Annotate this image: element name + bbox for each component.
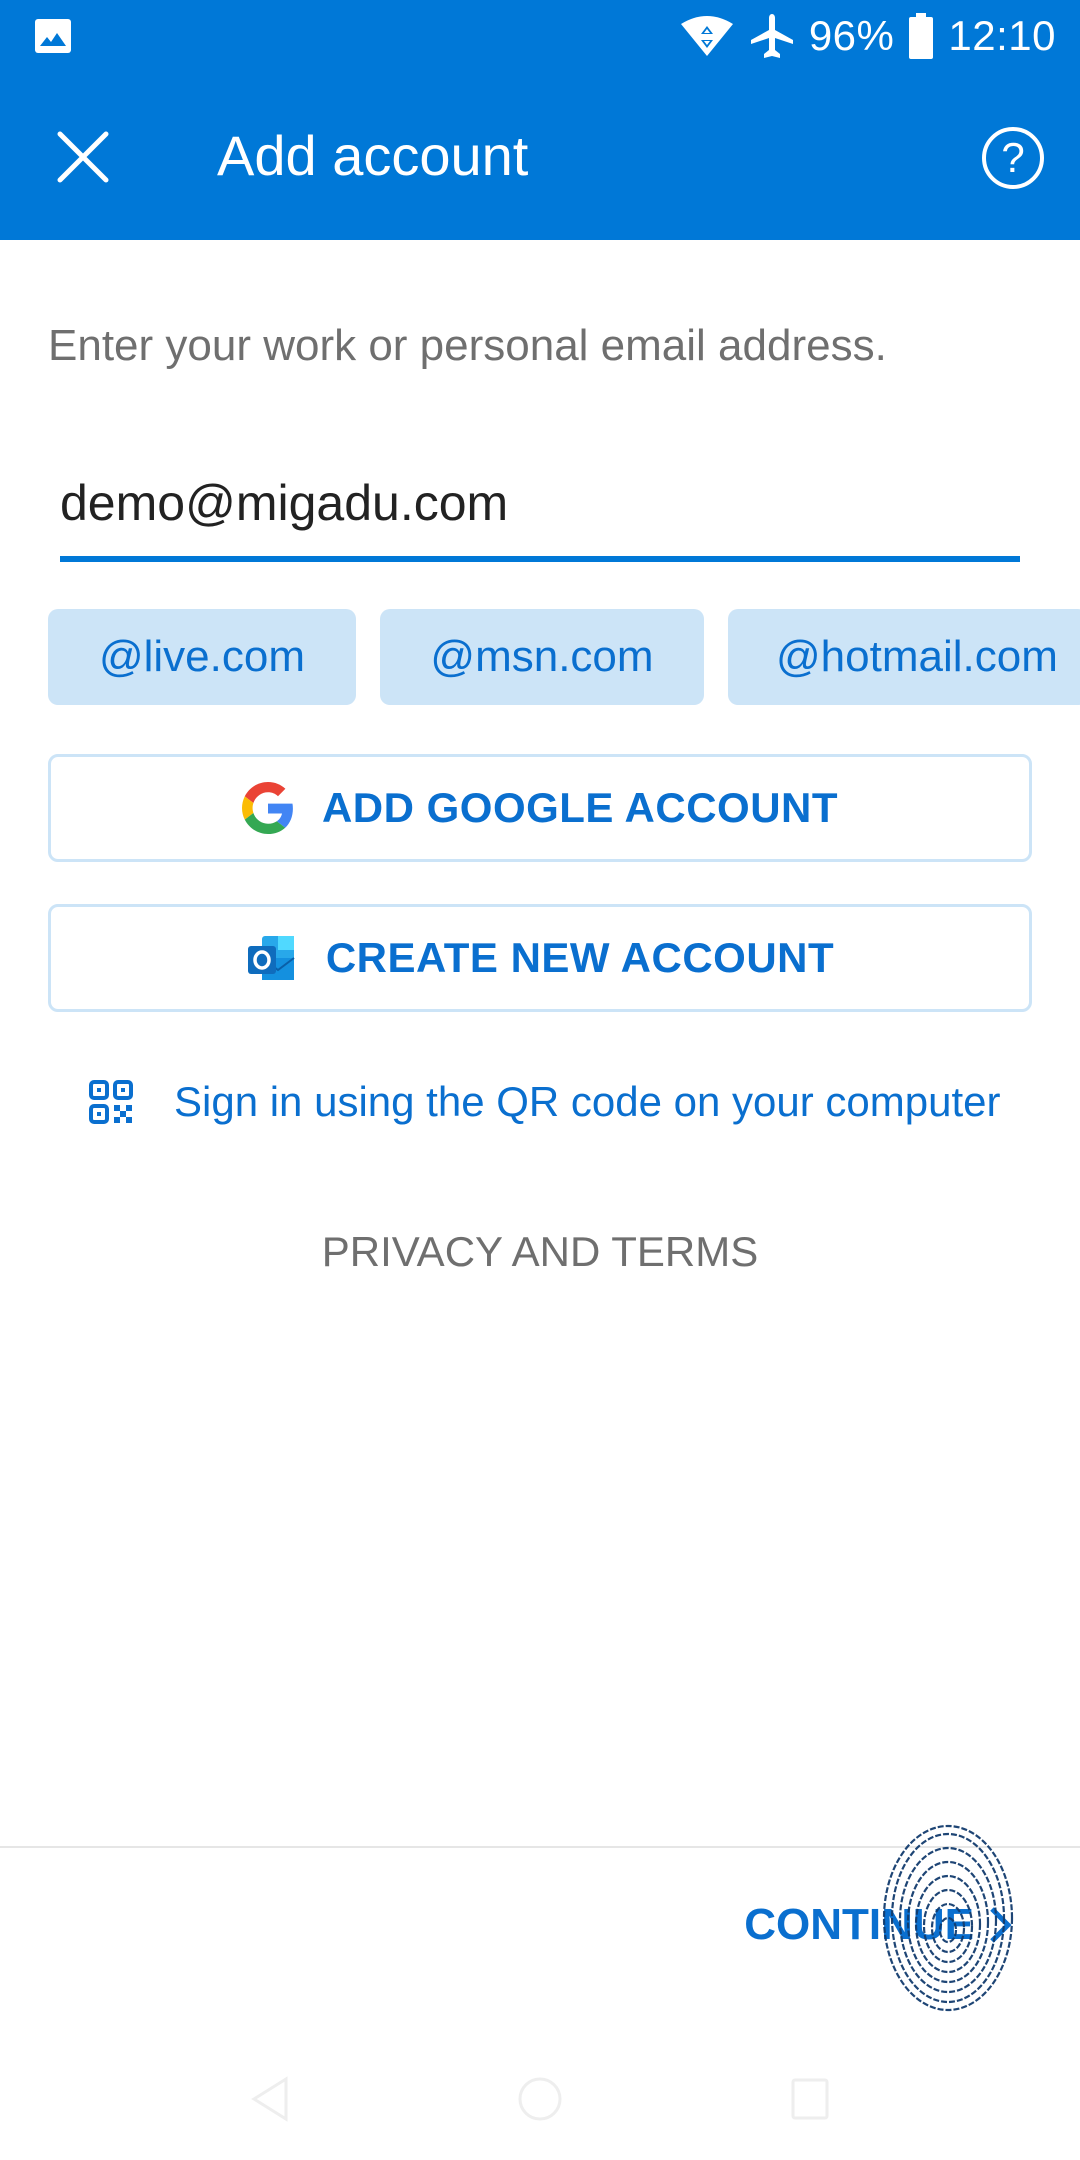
home-icon [518,2077,562,2121]
close-icon [57,131,109,183]
qr-sign-in-label: Sign in using the QR code on your comput… [174,1078,1001,1125]
help-button[interactable]: ? [982,127,1044,189]
chevron-right-icon [990,1907,1012,1943]
nav-back-button[interactable] [230,2064,310,2134]
nav-home-button[interactable] [500,2064,580,2134]
create-new-account-label: CREATE NEW ACCOUNT [325,934,835,981]
system-nav-bar [0,2040,1080,2160]
status-bar: 96% 12:10 [0,0,1080,72]
chip-hotmail[interactable]: @hotmail.com [728,609,1080,705]
outlook-icon [247,936,295,980]
bottom-divider [0,1846,1080,1848]
battery-percent: 96% [808,12,895,59]
domain-chips: @live.com @msn.com @hotmail.com [48,609,1080,705]
page-title: Add account [217,124,529,187]
airplane-icon [750,14,793,58]
help-icon: ? [1001,134,1025,181]
back-icon [251,2076,288,2122]
continue-button[interactable]: CONTINUE [744,1900,1014,1950]
nav-recents-button[interactable] [770,2064,850,2134]
create-new-account-button[interactable]: CREATE NEW ACCOUNT [48,904,1032,1012]
continue-label: CONTINUE [744,1900,974,1949]
chip-live[interactable]: @live.com [48,609,356,705]
app-bar: Add account ? [0,72,1080,240]
qr-code-icon [89,1080,133,1124]
battery-icon [909,13,934,59]
add-google-account-button[interactable]: ADD GOOGLE ACCOUNT [48,754,1032,862]
email-field-container [60,450,1020,562]
add-google-account-label: ADD GOOGLE ACCOUNT [321,784,839,831]
chip-msn[interactable]: @msn.com [380,609,704,705]
gallery-icon [35,19,71,53]
google-icon [241,782,293,834]
wifi-data-icon [680,16,733,56]
privacy-and-terms-link[interactable]: PRIVACY AND TERMS [0,1228,1080,1276]
recents-icon [791,2078,829,2120]
close-button[interactable] [50,124,116,190]
email-prompt: Enter your work or personal email addres… [48,321,887,370]
qr-sign-in-link[interactable]: Sign in using the QR code on your comput… [88,1078,1000,1126]
email-input[interactable] [60,450,1020,556]
clock: 12:10 [948,12,1056,59]
